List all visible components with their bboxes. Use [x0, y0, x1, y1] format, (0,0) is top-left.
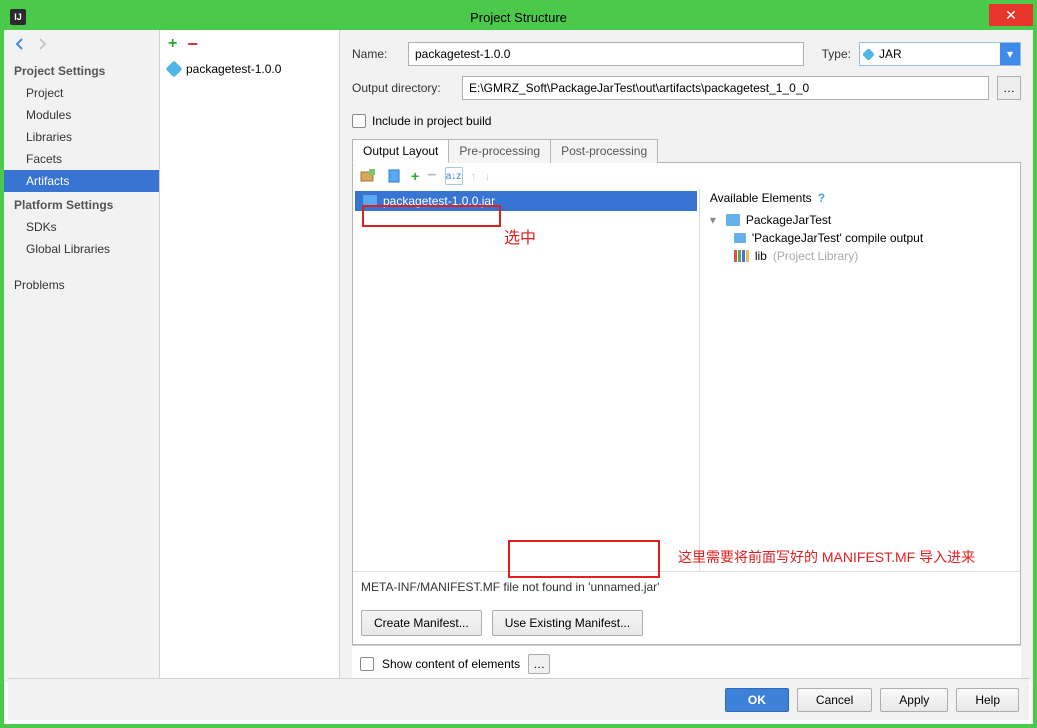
back-arrow-icon[interactable] — [12, 36, 28, 52]
apply-button[interactable]: Apply — [880, 688, 948, 712]
jar-icon — [363, 195, 377, 207]
output-layout-area: + − a↓z ↑ ↓ packagetest-1.0.0.jar Availa… — [352, 163, 1021, 645]
sidebar-item-global-libraries[interactable]: Global Libraries — [4, 238, 159, 260]
show-content-checkbox[interactable] — [360, 657, 374, 671]
browse-outdir-button[interactable]: … — [997, 76, 1021, 100]
artifact-label: packagetest-1.0.0 — [186, 62, 281, 76]
library-icon — [734, 250, 749, 262]
sidebar-item-libraries[interactable]: Libraries — [4, 126, 159, 148]
tabbar: Output Layout Pre-processing Post-proces… — [352, 138, 1021, 163]
jar-row[interactable]: packagetest-1.0.0.jar — [355, 191, 697, 211]
forward-arrow-icon[interactable] — [34, 36, 50, 52]
tree-compile-output[interactable]: 'PackageJarTest' compile output — [706, 229, 1014, 247]
available-elements-title: Available Elements — [710, 191, 812, 205]
type-select[interactable]: JAR ▾ — [859, 42, 1021, 66]
sidebar-item-artifacts[interactable]: Artifacts — [4, 170, 159, 192]
manifest-status: META-INF/MANIFEST.MF file not found in '… — [353, 571, 1020, 602]
new-folder-icon[interactable] — [359, 167, 377, 185]
artifact-list-item[interactable]: packagetest-1.0.0 — [160, 58, 339, 80]
close-button[interactable]: ✕ — [989, 4, 1033, 26]
compile-output-label: 'PackageJarTest' compile output — [752, 231, 923, 245]
titlebar: IJ Project Structure ✕ — [4, 4, 1033, 30]
outdir-input[interactable] — [462, 76, 989, 100]
include-build-label: Include in project build — [372, 114, 491, 128]
tab-post-processing[interactable]: Post-processing — [550, 139, 658, 163]
expand-arrow-icon: ▾ — [710, 213, 720, 227]
down-arrow-icon[interactable]: ↓ — [485, 169, 491, 183]
main-panel: Name: Type: JAR ▾ Output directory: … In… — [340, 30, 1033, 682]
sidebar-section-project: Project Settings — [4, 58, 159, 82]
include-build-checkbox[interactable] — [352, 114, 366, 128]
sidebar-item-project[interactable]: Project — [4, 82, 159, 104]
window-title: Project Structure — [470, 10, 567, 25]
chevron-down-icon: ▾ — [1000, 43, 1020, 65]
sidebar-item-modules[interactable]: Modules — [4, 104, 159, 126]
dialog-footer: OK Cancel Apply Help — [8, 678, 1029, 720]
add-artifact-button[interactable]: + — [168, 35, 177, 53]
sort-button[interactable]: a↓z — [445, 167, 463, 185]
add-layout-button[interactable]: + — [411, 168, 419, 184]
remove-layout-button[interactable]: − — [427, 167, 436, 185]
name-label: Name: — [352, 47, 400, 61]
sidebar-section-platform: Platform Settings — [4, 192, 159, 216]
tree-root-label: PackageJarTest — [746, 213, 831, 227]
help-button[interactable]: Help — [956, 688, 1019, 712]
type-value: JAR — [879, 47, 902, 61]
show-content-more-button[interactable]: … — [528, 654, 550, 674]
name-input[interactable] — [408, 42, 804, 66]
sidebar: Project Settings Project Modules Librari… — [4, 30, 160, 682]
lib-note: (Project Library) — [773, 249, 858, 263]
annotation-selected: 选中 — [504, 224, 536, 248]
outdir-label: Output directory: — [352, 81, 454, 95]
type-label: Type: — [822, 47, 851, 61]
archive-icon[interactable] — [385, 167, 403, 185]
tree-root[interactable]: ▾ PackageJarTest — [706, 211, 1014, 229]
use-existing-manifest-button[interactable]: Use Existing Manifest... — [492, 610, 643, 636]
sidebar-item-facets[interactable]: Facets — [4, 148, 159, 170]
sidebar-item-sdks[interactable]: SDKs — [4, 216, 159, 238]
help-icon[interactable]: ? — [818, 191, 825, 205]
tab-pre-processing[interactable]: Pre-processing — [448, 139, 551, 163]
remove-artifact-button[interactable]: − — [187, 34, 198, 55]
up-arrow-icon[interactable]: ↑ — [471, 169, 477, 183]
create-manifest-button[interactable]: Create Manifest... — [361, 610, 482, 636]
tab-output-layout[interactable]: Output Layout — [352, 139, 449, 163]
jar-type-icon — [862, 48, 875, 61]
module-folder-icon — [726, 214, 740, 226]
sidebar-item-problems[interactable]: Problems — [4, 274, 159, 296]
folder-icon — [734, 233, 746, 243]
artifact-icon — [166, 61, 183, 78]
lib-label: lib — [755, 249, 767, 263]
ok-button[interactable]: OK — [725, 688, 789, 712]
show-content-label: Show content of elements — [382, 657, 520, 671]
tree-lib[interactable]: lib (Project Library) — [706, 247, 1014, 265]
cancel-button[interactable]: Cancel — [797, 688, 872, 712]
annotation-import-note: 这里需要将前面写好的 MANIFEST.MF 导入进来 — [678, 547, 975, 567]
artifact-list-panel: + − packagetest-1.0.0 — [160, 30, 340, 682]
available-elements: Available Elements ? ▾ PackageJarTest 'P… — [700, 189, 1020, 571]
app-icon: IJ — [10, 9, 26, 25]
jar-label: packagetest-1.0.0.jar — [383, 194, 495, 208]
